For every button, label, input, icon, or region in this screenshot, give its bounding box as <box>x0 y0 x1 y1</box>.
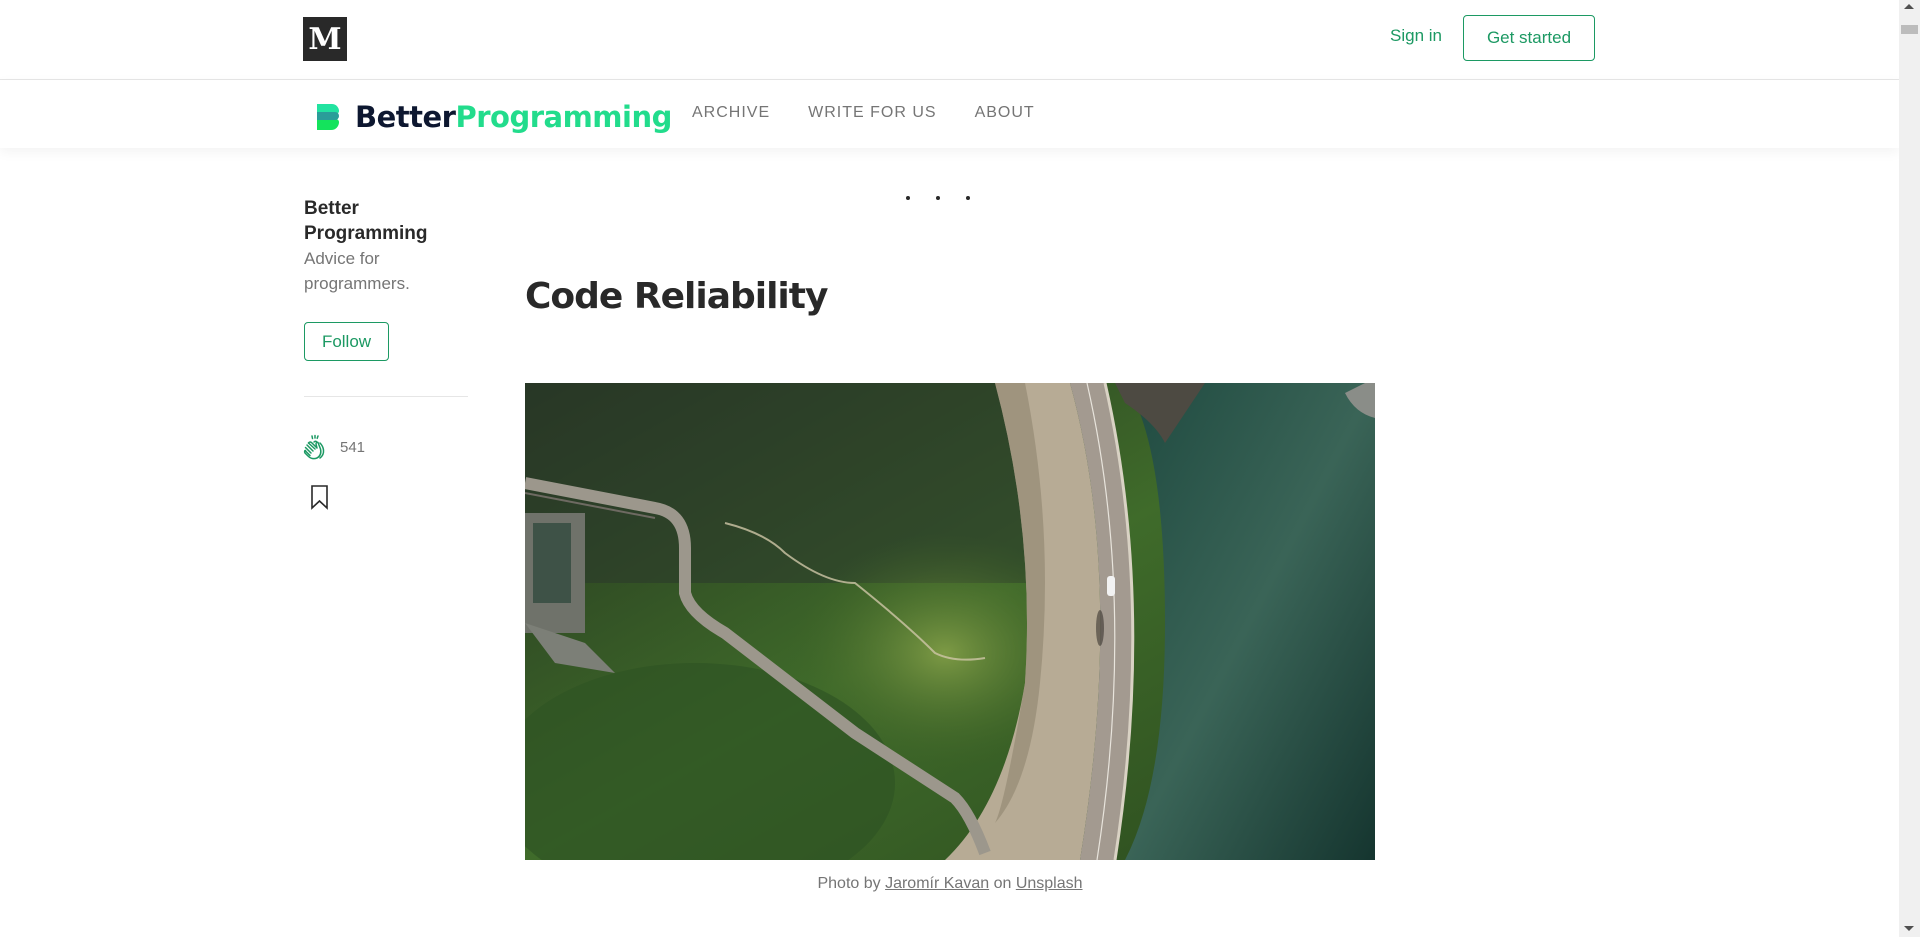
article-title: Code Reliability <box>525 276 828 317</box>
sidebar-publication-title[interactable]: Better Programming <box>304 196 469 246</box>
photo-author-link[interactable]: Jaromír Kavan <box>885 875 989 892</box>
nav-write-for-us[interactable]: WRITE FOR US <box>808 104 936 122</box>
sidebar-publication-description: Advice for programmers. <box>304 249 410 293</box>
separator-dot <box>906 196 910 200</box>
separator-dot <box>936 196 940 200</box>
vertical-scrollbar[interactable] <box>1899 0 1920 937</box>
follow-button[interactable]: Follow <box>304 322 389 361</box>
publication-nav: BetterProgramming ARCHIVE WRITE FOR US A… <box>0 80 1899 148</box>
scrollbar-thumb[interactable] <box>1901 25 1918 34</box>
image-caption: Photo by Jaromír Kavan on Unsplash <box>525 875 1375 893</box>
aerial-dam-photo <box>525 383 1375 860</box>
publication-sidebar: Better Programming Advice for programmer… <box>303 196 469 514</box>
publication-nav-links: ARCHIVE WRITE FOR US ABOUT <box>692 104 1073 122</box>
bookmark-icon[interactable] <box>310 484 330 510</box>
publication-name: BetterProgramming <box>355 100 672 134</box>
section-separator <box>906 196 970 200</box>
scroll-down-arrow-icon[interactable] <box>1904 926 1914 931</box>
clap-count: 541 <box>340 438 366 456</box>
caption-prefix: Photo by <box>817 875 886 892</box>
nav-about[interactable]: ABOUT <box>975 104 1035 122</box>
clap-row: 541 <box>300 432 469 462</box>
sidebar-divider <box>304 396 468 397</box>
clap-icon[interactable] <box>300 432 330 462</box>
nav-archive[interactable]: ARCHIVE <box>692 104 770 122</box>
publication-logo[interactable]: BetterProgramming <box>317 100 672 134</box>
sign-in-link[interactable]: Sign in <box>1390 26 1442 46</box>
better-programming-logo-icon <box>317 104 339 130</box>
separator-dot <box>966 196 970 200</box>
get-started-button[interactable]: Get started <box>1463 15 1595 61</box>
top-bar: M Sign in Get started <box>0 0 1899 80</box>
medium-logo[interactable]: M <box>303 17 347 61</box>
caption-middle: on <box>989 875 1016 892</box>
publication-name-part2: Programming <box>455 100 672 134</box>
publication-name-part1: Better <box>355 100 456 134</box>
scroll-up-arrow-icon[interactable] <box>1904 4 1914 9</box>
unsplash-link[interactable]: Unsplash <box>1016 875 1083 892</box>
article-hero-image[interactable] <box>525 383 1375 860</box>
